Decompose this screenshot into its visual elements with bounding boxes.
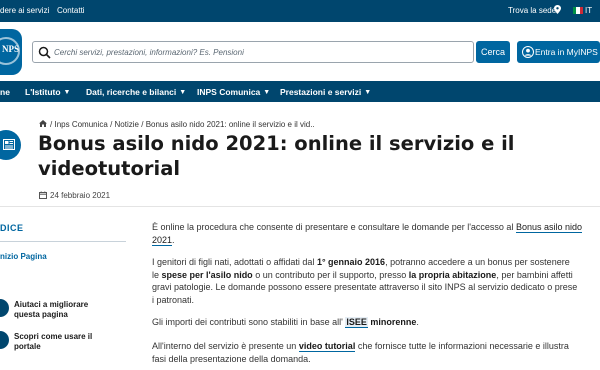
nav-label: INPS Comunica (197, 87, 261, 97)
text: Gli importi dei contributi sono stabilit… (152, 317, 346, 327)
search-box (32, 41, 474, 63)
text: fasi della presentazione della domanda. (152, 353, 311, 364)
nav-label: Dati, ricerche e bilanci (86, 87, 177, 97)
breadcrumb-item-current: Bonus asilo nido 2021: online il servizi… (145, 120, 315, 129)
text: gravi patologie. Le domande possono esse… (152, 282, 578, 292)
breadcrumb-separator: / (50, 120, 53, 129)
text: i patronati. (152, 294, 195, 305)
sidebar-index: DICE nizio Pagina Aiutaci a migliorare q… (0, 207, 130, 370)
inps-logo[interactable]: NPS (0, 29, 22, 75)
help-improve-label-2: questa pagina (14, 310, 68, 319)
breadcrumb-item-comunica[interactable]: Inps Comunica (54, 120, 107, 129)
site-header: NPS Cerca Entra in MyINPS (0, 22, 600, 81)
search-input[interactable] (54, 44, 464, 60)
news-document-icon (0, 130, 21, 160)
start-page-link[interactable]: nizio Pagina (0, 252, 47, 261)
text: le (152, 269, 162, 280)
top-link-servizi[interactable]: dere ai servizi (0, 6, 49, 15)
nav-item-prestazioni[interactable]: Prestazioni e servizi ▼ (280, 87, 371, 97)
nav-item-comunica[interactable]: INPS Comunica ▼ (197, 87, 270, 97)
top-link-contatti[interactable]: Contatti (57, 6, 85, 15)
article-paragraph-4: All'interno del servizio è presente un v… (152, 340, 600, 365)
bonus-year-link[interactable]: 2021 (152, 234, 173, 246)
text-bold: la propria abitazione (408, 269, 497, 280)
text-bold: spese per l'asilo nido (161, 269, 253, 280)
nav-item-dati[interactable]: Dati, ricerche e bilanci ▼ (86, 87, 186, 97)
article-paragraph-1: È online la procedura che consente di pr… (152, 221, 600, 246)
language-selector[interactable]: IT (585, 6, 592, 15)
article-paragraph-3: Gli importi dei contributi sono stabilit… (152, 316, 600, 329)
trova-sede-link[interactable]: Trova la sede (508, 6, 556, 15)
discover-portal-label-2: portale (14, 342, 41, 351)
user-icon (522, 46, 534, 58)
text: . (416, 317, 419, 327)
breadcrumb: / Inps Comunica / Notizie / Bonus asilo … (39, 120, 315, 129)
breadcrumb-separator: / (141, 120, 144, 129)
nav-label: ne (0, 87, 10, 97)
chevron-down-icon: ▼ (364, 89, 372, 96)
nav-item-istituto[interactable]: L'Istituto ▼ (25, 87, 70, 97)
publish-date: 24 febbraio 2021 (39, 191, 110, 200)
text: . (172, 234, 175, 245)
publish-date-text: 24 febbraio 2021 (50, 191, 111, 200)
nav-label: L'Istituto (25, 87, 61, 97)
text: che fornisce tutte le informazioni neces… (355, 341, 569, 351)
page-title: Bonus asilo nido 2021: online il servizi… (38, 132, 515, 180)
chevron-down-icon: ▼ (179, 89, 187, 96)
text: o un contributo per il supporto, presso (252, 269, 409, 280)
text-bold: 1° gennaio 2016 (316, 257, 386, 267)
discover-portal-link[interactable]: Scopri come usare il portale (14, 332, 124, 352)
chevron-down-icon: ▼ (63, 89, 71, 96)
guide-icon (0, 331, 9, 349)
discover-portal-label-1: Scopri come usare il (14, 332, 93, 341)
home-icon[interactable] (39, 120, 47, 129)
page-content: / Inps Comunica / Notizie / Bonus asilo … (0, 102, 600, 370)
search-button[interactable]: Cerca (476, 41, 510, 63)
article-paragraph-2: I genitori di figli nati, adottati o aff… (152, 256, 600, 306)
breadcrumb-item-notizie[interactable]: Notizie (115, 120, 139, 129)
text: All'interno del servizio è presente un (152, 341, 299, 351)
isee-link[interactable]: ISEE (345, 317, 368, 328)
breadcrumb-separator: / (110, 120, 113, 129)
text: , potranno accedere a un bonus per soste… (385, 257, 570, 267)
top-bar: dere ai servizi Contatti Trova la sede I… (0, 0, 600, 22)
chevron-down-icon: ▼ (263, 89, 271, 96)
login-myinps-button[interactable]: Entra in MyINPS (517, 41, 600, 63)
text: , per bambini affetti (496, 269, 573, 280)
main-nav: ne L'Istituto ▼ Dati, ricerche e bilanci ▼… (0, 81, 600, 102)
help-improve-link[interactable]: Aiutaci a migliorare questa pagina (14, 300, 124, 320)
text: È online la procedura che consente di pr… (152, 222, 516, 232)
help-improve-label-1: Aiutaci a migliorare (14, 300, 89, 309)
video-tutorial-link[interactable]: video tutorial (298, 341, 356, 352)
index-divider (0, 241, 126, 242)
bonus-asilo-nido-link[interactable]: Bonus asilo nido (515, 222, 582, 233)
search-icon (38, 46, 51, 59)
text-bold: minorenne (367, 317, 417, 327)
index-heading: DICE (0, 223, 24, 233)
location-pin-icon[interactable] (554, 5, 561, 16)
logo-text: NPS (2, 44, 20, 54)
italian-flag-icon[interactable] (573, 7, 583, 14)
calendar-icon (39, 191, 47, 199)
login-label: Entra in MyINPS (535, 47, 598, 57)
nav-item-home[interactable]: ne (0, 87, 10, 97)
text: I genitori di figli nati, adottati o aff… (152, 257, 317, 267)
nav-label: Prestazioni e servizi (280, 87, 362, 97)
feedback-icon (0, 299, 9, 317)
